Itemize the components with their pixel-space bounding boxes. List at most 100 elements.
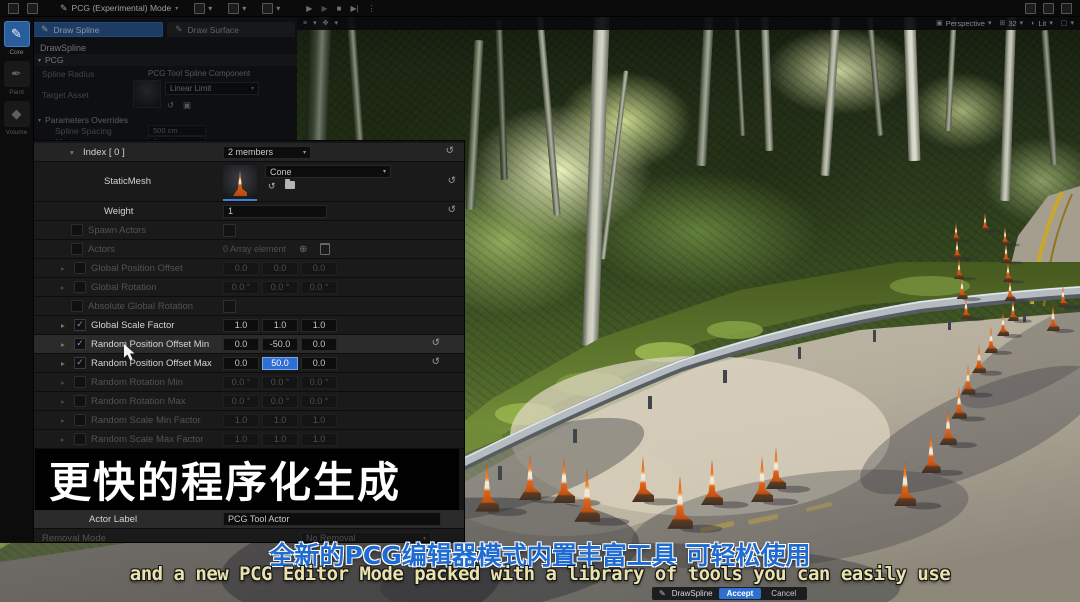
vector-component-input[interactable]: 50.0: [262, 356, 298, 370]
vector-component-input[interactable]: 1.0: [301, 318, 337, 332]
override-checkbox[interactable]: [74, 414, 86, 426]
vector-component-input[interactable]: 0.0 °: [262, 375, 298, 389]
skip-button[interactable]: ▶: [321, 4, 327, 13]
grid-size-selector[interactable]: ⊞ 32 ▾: [999, 19, 1023, 28]
use-selected-icon[interactable]: ↺: [167, 100, 174, 111]
reset-to-default-button[interactable]: ↺: [432, 338, 440, 349]
vector-component-input[interactable]: 0.0: [223, 356, 259, 370]
text-input[interactable]: PCG Tool Actor: [223, 512, 441, 526]
vector-component-input[interactable]: 1.0: [223, 413, 259, 427]
vector-component-input[interactable]: 0.0: [223, 337, 259, 351]
property-row[interactable]: ▸ Random Rotation Max 0.0 ° 0.0 ° 0.0 °: [34, 392, 464, 411]
editor-mode-dropdown[interactable]: ✎ PCG (Experimental) Mode ▾: [60, 3, 178, 14]
tab-draw-surface[interactable]: ✎ Draw Surface: [167, 22, 295, 37]
help-icon[interactable]: [1061, 2, 1072, 14]
property-row[interactable]: ▸ ✓ Random Position Offset Max 0.0 50.0 0.0 ↺: [34, 354, 464, 373]
vector-component-input[interactable]: 1.0: [262, 318, 298, 332]
property-row[interactable]: ▸ ✓ Global Scale Factor 1.0 1.0 1.0: [34, 316, 464, 335]
expander-arrow[interactable]: ▸: [61, 397, 69, 406]
settings-icon[interactable]: [1025, 2, 1036, 14]
override-checkbox[interactable]: [71, 300, 83, 312]
reset-to-default-button[interactable]: ↺: [446, 146, 454, 157]
perspective-selector[interactable]: ▣ Perspective ▾: [936, 19, 991, 28]
asset-thumbnail[interactable]: [133, 80, 161, 108]
number-input[interactable]: 1: [223, 204, 327, 218]
value-checkbox[interactable]: [223, 299, 236, 313]
override-checkbox[interactable]: [74, 395, 86, 407]
override-checkbox[interactable]: ✓: [74, 338, 86, 350]
override-checkbox[interactable]: [74, 262, 86, 274]
override-checkbox[interactable]: [74, 281, 86, 293]
vector-component-input[interactable]: 1.0: [223, 318, 259, 332]
vector-component-input[interactable]: 0.0: [301, 356, 337, 370]
content-browser-icon[interactable]: [27, 2, 38, 14]
lit-mode-selector[interactable]: ◐ Lit ▾: [1031, 19, 1053, 28]
vector-component-input[interactable]: 1.0: [223, 432, 259, 446]
property-row[interactable]: ▸ Global Rotation 0.0 ° 0.0 ° 0.0 °: [34, 278, 464, 297]
property-row[interactable]: Absolute Global Rotation: [34, 297, 464, 316]
cinematics-dropdown[interactable]: ▾: [262, 2, 280, 14]
override-checkbox[interactable]: ✓: [74, 319, 86, 331]
tool-core[interactable]: ✎ Core: [3, 21, 30, 56]
vector-component-input[interactable]: 0.0 °: [301, 375, 337, 389]
vector-component-input[interactable]: 0.0 °: [223, 280, 259, 294]
property-row[interactable]: ▾ Index [ 0 ] 2 members ▾ ↺: [34, 143, 464, 162]
save-icon[interactable]: [8, 2, 19, 14]
more-options-icon[interactable]: ⋮: [368, 4, 376, 13]
mesh-thumbnail[interactable]: [223, 165, 257, 201]
vector-component-input[interactable]: 0.0: [301, 261, 337, 275]
override-checkbox[interactable]: [71, 243, 83, 255]
vector-component-input[interactable]: 0.0 °: [223, 394, 259, 408]
reset-to-default-button[interactable]: ↺: [448, 175, 456, 186]
property-row[interactable]: Spawn Actors: [34, 221, 464, 240]
tool-paint[interactable]: ✒ Paint: [3, 61, 30, 96]
vector-component-input[interactable]: 0.0: [301, 337, 337, 351]
cancel-button[interactable]: Cancel: [767, 588, 800, 599]
override-checkbox[interactable]: [74, 433, 86, 445]
vector-component-input[interactable]: 0.0 °: [301, 394, 337, 408]
vector-component-input[interactable]: 1.0: [301, 432, 337, 446]
expander-arrow[interactable]: ▾: [70, 148, 78, 157]
vector-component-input[interactable]: 0.0 °: [262, 280, 298, 294]
expander-arrow[interactable]: ▸: [61, 283, 69, 292]
viewport-menu-icon[interactable]: ≡: [303, 20, 307, 27]
blueprints-dropdown[interactable]: ▾: [228, 2, 246, 14]
expander-arrow[interactable]: ▸: [61, 340, 69, 349]
transform-icon[interactable]: ✥: [323, 19, 329, 27]
value-box[interactable]: 500 cm: [148, 125, 206, 136]
accept-button[interactable]: Accept: [718, 588, 762, 599]
property-row[interactable]: Weight 1 ↺: [34, 202, 464, 221]
add-element-icon[interactable]: ⊕: [299, 244, 307, 255]
override-checkbox[interactable]: [71, 224, 83, 236]
delete-elements-icon[interactable]: [320, 243, 331, 255]
viewport-maximize[interactable]: ▢ ▾: [1061, 19, 1074, 27]
eject-button[interactable]: ▶|: [350, 4, 358, 13]
browse-to-asset-icon[interactable]: [284, 179, 295, 189]
add-actor-dropdown[interactable]: ▾: [194, 2, 212, 14]
section-pcg[interactable]: ▾ PCG: [33, 54, 297, 66]
expander-arrow[interactable]: ▸: [61, 321, 69, 330]
override-checkbox[interactable]: ✓: [74, 357, 86, 369]
layout-icon[interactable]: [1043, 2, 1054, 14]
vector-component-input[interactable]: 0.0: [223, 261, 259, 275]
property-row[interactable]: ▸ Global Position Offset 0.0 0.0 0.0: [34, 259, 464, 278]
reset-to-default-button[interactable]: ↺: [448, 205, 456, 216]
expander-arrow[interactable]: ▸: [61, 435, 69, 444]
vector-component-input[interactable]: 0.0 °: [262, 394, 298, 408]
asset-dropdown[interactable]: Linear Limit ▾: [165, 82, 259, 95]
vector-component-input[interactable]: -50.0: [262, 337, 298, 351]
expander-arrow[interactable]: ▸: [61, 378, 69, 387]
property-row[interactable]: Actor Label PCG Tool Actor: [34, 510, 464, 529]
vector-component-input[interactable]: 0.0 °: [223, 375, 259, 389]
use-selected-icon[interactable]: ↺: [268, 181, 276, 192]
vector-component-input[interactable]: 1.0: [262, 413, 298, 427]
value-checkbox[interactable]: [223, 223, 236, 237]
play-button[interactable]: ▶: [306, 4, 312, 13]
browse-to-asset-icon[interactable]: ▣: [183, 100, 191, 111]
dropdown[interactable]: 2 members ▾: [223, 145, 311, 159]
property-row[interactable]: ▸ Random Rotation Min 0.0 ° 0.0 ° 0.0 °: [34, 373, 464, 392]
expander-arrow[interactable]: ▸: [61, 264, 69, 273]
property-row[interactable]: ▸ Random Scale Min Factor 1.0 1.0 1.0: [34, 411, 464, 430]
expander-arrow[interactable]: ▸: [61, 416, 69, 425]
vector-component-input[interactable]: 0.0: [262, 261, 298, 275]
